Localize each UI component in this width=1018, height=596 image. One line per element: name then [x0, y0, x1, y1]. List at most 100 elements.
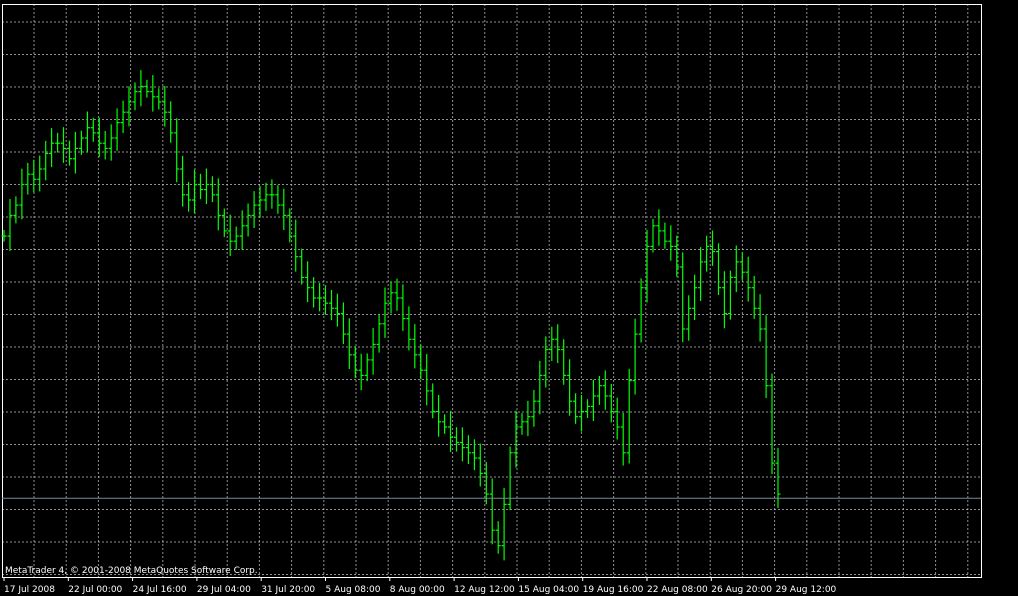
x-tick-label: 17 Jul 2008	[4, 585, 55, 595]
price-bar	[114, 108, 120, 151]
price-bar	[692, 274, 698, 320]
price-bar	[471, 439, 477, 471]
price-bar	[442, 414, 448, 434]
price-bar	[430, 383, 436, 419]
price-bar	[120, 100, 126, 133]
price-bar	[561, 339, 567, 385]
price-bar	[710, 230, 715, 266]
price-bar	[281, 188, 287, 231]
price-bar	[477, 443, 483, 487]
price-bar	[305, 261, 311, 303]
price-bar	[394, 278, 400, 311]
price-bar	[186, 181, 192, 212]
price-bar	[507, 446, 513, 511]
price-bar	[25, 162, 31, 195]
price-bar	[436, 395, 442, 437]
price-bar	[465, 435, 471, 464]
price-bar	[19, 168, 25, 220]
x-tick-label: 15 Aug 04:00	[518, 585, 579, 595]
price-bar	[638, 278, 644, 343]
price-bar	[382, 287, 388, 338]
price-bar	[55, 132, 61, 153]
price-bar	[531, 390, 537, 427]
price-bar	[412, 324, 418, 369]
price-bar	[340, 302, 346, 345]
x-tick-label: 22 Aug 08:00	[647, 585, 708, 595]
price-bar	[376, 314, 382, 353]
x-tick-label: 8 Aug 00:00	[390, 585, 445, 595]
price-bar	[263, 182, 269, 211]
price-bar	[67, 140, 72, 166]
price-bar	[90, 117, 96, 142]
price-bar	[198, 173, 203, 200]
price-bar	[203, 168, 209, 204]
price-bar	[495, 521, 501, 554]
copyright-text: MetaTrader 4, © 2001-2008 MetaQuotes Sof…	[5, 566, 258, 576]
price-bar	[364, 353, 370, 382]
price-bar	[579, 395, 584, 432]
price-bar	[180, 155, 186, 207]
price-bar	[358, 353, 364, 391]
price-bar	[519, 413, 525, 435]
price-bar	[680, 252, 686, 343]
price-bar	[656, 209, 662, 246]
price-bar	[590, 379, 596, 421]
price-bar	[567, 359, 573, 416]
price-bar	[138, 70, 144, 107]
price-bar	[269, 179, 275, 209]
price-bar	[668, 225, 674, 261]
price-bar	[686, 295, 692, 341]
price-bar	[650, 219, 656, 253]
x-tick-label: 24 Jul 16:00	[133, 585, 187, 595]
price-bar	[400, 284, 406, 331]
price-bar	[537, 360, 543, 415]
chart-area[interactable]: 17 Jul 2008 22 Jul 00:00 24 Jul 16:00 29 Ju…	[0, 0, 1018, 596]
x-tick-label: 29 Jul 04:00	[197, 585, 251, 595]
price-bar	[739, 252, 745, 281]
price-bar	[346, 318, 352, 369]
price-bar	[299, 248, 305, 285]
x-tick-label: 26 Aug 20:00	[711, 585, 772, 595]
price-bar	[716, 243, 721, 296]
price-bar	[78, 130, 84, 155]
price-bar	[698, 247, 704, 301]
price-bar	[644, 230, 650, 303]
price-bar	[454, 427, 459, 452]
price-bar	[257, 186, 263, 218]
x-tick-label: 19 Aug 16:00	[583, 585, 644, 595]
price-bar	[620, 412, 626, 466]
price-bar	[37, 155, 43, 192]
price-bar	[329, 290, 334, 321]
price-bar	[156, 88, 162, 110]
price-bar	[102, 131, 108, 160]
x-tick-label: 29 Aug 12:00	[776, 585, 837, 595]
price-bar	[757, 294, 763, 342]
price-bar	[13, 196, 19, 224]
price-bar	[275, 185, 281, 214]
price-bar	[632, 318, 638, 395]
price-bar	[489, 478, 495, 545]
price-bar	[585, 399, 590, 418]
price-bar	[352, 346, 358, 378]
price-bar	[573, 393, 579, 424]
price-bar	[626, 368, 632, 464]
price-bar	[733, 245, 739, 293]
price-bar	[388, 281, 394, 314]
price-bar	[215, 178, 221, 231]
price-bar	[251, 191, 257, 228]
price-bar	[424, 354, 430, 406]
price-bars	[1, 70, 781, 561]
price-bar	[769, 373, 775, 474]
price-bar	[704, 235, 710, 272]
price-bar	[317, 283, 323, 312]
price-bar	[745, 256, 751, 302]
price-bar	[239, 210, 245, 250]
price-bar	[513, 410, 519, 468]
price-bar	[31, 159, 37, 193]
x-tick-label: 22 Jul 00:00	[68, 585, 122, 595]
price-bar	[763, 315, 769, 399]
price-bar	[418, 344, 424, 380]
price-bar	[370, 328, 376, 375]
chart-svg[interactable]: 17 Jul 2008 22 Jul 00:00 24 Jul 16:00 29 Ju…	[0, 0, 1018, 596]
price-bar	[168, 101, 174, 143]
